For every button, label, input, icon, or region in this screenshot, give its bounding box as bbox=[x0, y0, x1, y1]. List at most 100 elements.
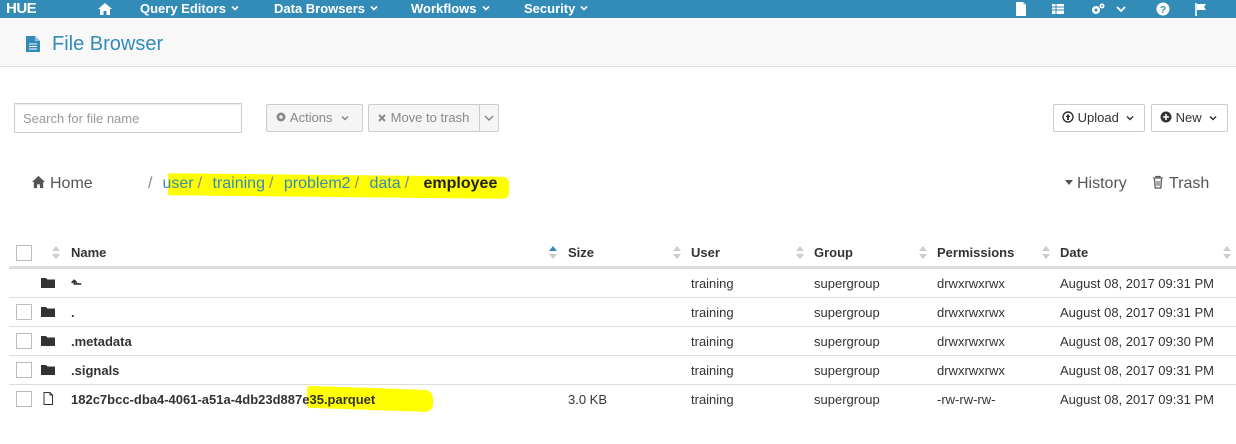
file-user: training bbox=[691, 363, 734, 378]
history-button[interactable]: History bbox=[1064, 175, 1127, 193]
sort-icon[interactable] bbox=[52, 246, 60, 259]
menu-data-browsers-label: Data Browsers bbox=[274, 1, 366, 16]
file-icon[interactable] bbox=[1013, 1, 1029, 17]
trash-button[interactable]: Trash bbox=[1152, 175, 1209, 193]
cogs-icon[interactable] bbox=[1090, 1, 1106, 17]
chevron-down-icon bbox=[370, 5, 378, 11]
chevron-down-icon bbox=[1126, 115, 1134, 121]
folder-icon bbox=[41, 365, 55, 375]
row-checkbox[interactable] bbox=[16, 304, 32, 320]
breadcrumb-separator: / bbox=[197, 175, 203, 192]
select-all-checkbox[interactable] bbox=[16, 245, 32, 261]
breadcrumb-segment-data[interactable]: data bbox=[369, 175, 400, 192]
sort-icon[interactable] bbox=[1223, 246, 1231, 259]
breadcrumb-segment-user[interactable]: user bbox=[162, 175, 193, 192]
search-input[interactable] bbox=[14, 103, 242, 133]
folder-icon bbox=[41, 307, 55, 317]
history-label: History bbox=[1077, 175, 1127, 192]
chevron-down-icon[interactable] bbox=[1113, 1, 1129, 17]
breadcrumb-segment-training[interactable]: training bbox=[212, 175, 264, 192]
sort-asc-icon[interactable] bbox=[549, 246, 557, 259]
table-row[interactable]: ⬑ training supergroup drwxrwxrwx August … bbox=[9, 268, 1236, 297]
breadcrumb-separator: / bbox=[268, 175, 274, 192]
file-user: training bbox=[691, 276, 734, 291]
breadcrumb-separator: / bbox=[148, 175, 153, 192]
file-name-link[interactable]: .metadata bbox=[71, 334, 132, 349]
file-icon bbox=[43, 392, 53, 405]
table-row[interactable]: .metadata training supergroup drwxrwxrwx… bbox=[9, 326, 1236, 355]
column-date[interactable]: Date bbox=[1060, 245, 1088, 260]
hue-logo[interactable]: HUE bbox=[6, 0, 37, 18]
breadcrumb: / user / training / problem2/ data / employe… bbox=[148, 175, 497, 193]
folder-icon bbox=[41, 278, 55, 288]
table-icon[interactable] bbox=[1050, 1, 1066, 17]
upload-button[interactable]: Upload bbox=[1053, 104, 1145, 132]
chevron-down-icon bbox=[231, 5, 239, 11]
file-permissions: drwxrwxrwx bbox=[937, 305, 1005, 320]
menu-query-editors[interactable]: Query Editors bbox=[140, 0, 239, 18]
chevron-down-icon bbox=[341, 115, 349, 121]
file-permissions: drwxrwxrwx bbox=[937, 276, 1005, 291]
row-checkbox[interactable] bbox=[16, 391, 32, 407]
file-group: supergroup bbox=[814, 392, 880, 407]
file-group: supergroup bbox=[814, 334, 880, 349]
file-permissions: drwxrwxrwx bbox=[937, 334, 1005, 349]
help-icon[interactable]: ? bbox=[1155, 1, 1171, 17]
column-name[interactable]: Name bbox=[71, 245, 106, 260]
breadcrumb-segment-problem2[interactable]: problem2 bbox=[284, 175, 351, 192]
file-user: training bbox=[691, 305, 734, 320]
file-date: August 08, 2017 09:31 PM bbox=[1060, 392, 1214, 407]
upload-icon bbox=[1062, 111, 1074, 123]
menu-security[interactable]: Security bbox=[524, 0, 588, 18]
chevron-down-icon bbox=[1209, 115, 1217, 121]
breadcrumb-separator: / bbox=[404, 175, 410, 192]
new-button[interactable]: New bbox=[1151, 104, 1228, 132]
page-header: File Browser bbox=[0, 18, 1236, 67]
file-group: supergroup bbox=[814, 276, 880, 291]
file-size: 3.0 KB bbox=[568, 392, 608, 407]
breadcrumb-home[interactable]: Home bbox=[31, 175, 93, 193]
home-icon[interactable] bbox=[97, 1, 113, 17]
column-group[interactable]: Group bbox=[814, 245, 853, 260]
row-checkbox[interactable] bbox=[16, 362, 32, 378]
close-icon bbox=[378, 114, 386, 122]
breadcrumb-home-label: Home bbox=[50, 175, 93, 192]
column-size[interactable]: Size bbox=[568, 245, 594, 260]
file-name-link[interactable]: ⬑ bbox=[71, 276, 82, 292]
svg-text:?: ? bbox=[1160, 5, 1166, 16]
file-icon bbox=[26, 36, 40, 52]
breadcrumb-separator: / bbox=[354, 175, 360, 192]
move-to-trash-button[interactable]: Move to trash bbox=[368, 104, 480, 132]
sort-icon[interactable] bbox=[919, 246, 927, 259]
move-to-trash-label: Move to trash bbox=[390, 110, 470, 125]
top-navbar: HUE Query Editors Data Browsers Workflow… bbox=[0, 0, 1236, 18]
table-row[interactable]: 182c7bcc-dba4-4061-a51a-4db23d887e35.par… bbox=[9, 384, 1236, 413]
actions-button[interactable]: Actions bbox=[266, 104, 363, 132]
chevron-down-icon bbox=[580, 5, 588, 11]
menu-workflows[interactable]: Workflows bbox=[411, 0, 490, 18]
sort-icon[interactable] bbox=[796, 246, 804, 259]
file-date: August 08, 2017 09:31 PM bbox=[1060, 305, 1214, 320]
file-name-link[interactable]: 182c7bcc-dba4-4061-a51a-4db23d887e35.par… bbox=[71, 392, 375, 407]
file-name-link[interactable]: .signals bbox=[71, 363, 119, 378]
menu-security-label: Security bbox=[524, 1, 576, 16]
row-checkbox[interactable] bbox=[16, 333, 32, 349]
file-name-link[interactable]: . bbox=[71, 305, 75, 320]
menu-query-editors-label: Query Editors bbox=[140, 1, 226, 16]
file-date: August 08, 2017 09:30 PM bbox=[1060, 334, 1214, 349]
sort-icon[interactable] bbox=[673, 246, 681, 259]
sort-icon[interactable] bbox=[1042, 246, 1050, 259]
menu-data-browsers[interactable]: Data Browsers bbox=[274, 0, 378, 18]
column-user[interactable]: User bbox=[691, 245, 720, 260]
flag-icon[interactable] bbox=[1193, 1, 1209, 17]
column-permissions[interactable]: Permissions bbox=[937, 245, 1014, 260]
file-date: August 08, 2017 09:31 PM bbox=[1060, 276, 1214, 291]
table-header: Name Size User Group Permissions Date bbox=[9, 238, 1236, 268]
table-row[interactable]: . training supergroup drwxrwxrwx August … bbox=[9, 297, 1236, 326]
menu-workflows-label: Workflows bbox=[411, 1, 477, 16]
file-user: training bbox=[691, 392, 734, 407]
table-row[interactable]: .signals training supergroup drwxrwxrwx … bbox=[9, 355, 1236, 384]
folder-icon bbox=[41, 336, 55, 346]
move-to-trash-dropdown[interactable] bbox=[479, 104, 499, 132]
page-title: File Browser bbox=[52, 33, 164, 55]
